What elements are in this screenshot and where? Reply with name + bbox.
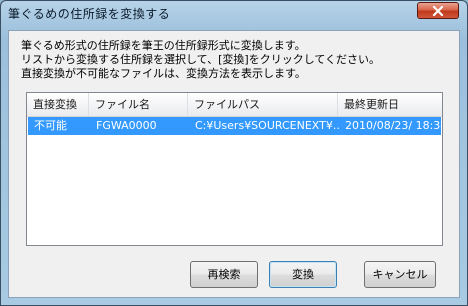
dialog-window: 筆ぐるめの住所録を変換する 筆ぐるめ形式の住所録を筆王の住所録形式に変換します。… <box>0 0 468 306</box>
convert-button[interactable]: 変換 <box>269 261 337 288</box>
list-header: 直接変換 ファイル名 ファイルパス 最終更新日 <box>27 93 442 117</box>
column-last-modified[interactable]: 最終更新日 <box>338 93 442 116</box>
title-bar[interactable]: 筆ぐるめの住所録を変換する <box>1 1 467 25</box>
close-button[interactable] <box>417 2 459 19</box>
cell-file-name: FGWA0000 <box>96 119 157 132</box>
cell-direct-convert: 不可能 <box>34 119 67 132</box>
address-book-list[interactable]: 直接変換 ファイル名 ファイルパス 最終更新日 不可能 FGWA0000 C:¥… <box>26 92 443 246</box>
close-icon <box>432 6 444 16</box>
list-row[interactable]: 不可能 FGWA0000 C:¥Users¥SOURCENEXT¥... 201… <box>28 117 441 135</box>
research-button[interactable]: 再検索 <box>190 261 258 288</box>
cancel-button[interactable]: キャンセル <box>364 261 436 288</box>
column-direct-convert[interactable]: 直接変換 <box>27 93 89 116</box>
column-file-path[interactable]: ファイルパス <box>188 93 338 116</box>
description-line-1: 筆ぐるめ形式の住所録を筆王の住所録形式に変換します。 <box>21 39 306 52</box>
window-title: 筆ぐるめの住所録を変換する <box>8 7 171 21</box>
dialog-content: 筆ぐるめ形式の住所録を筆王の住所録形式に変換します。 リストから変換する住所録を… <box>8 30 460 298</box>
description-line-2: リストから変換する住所録を選択して、[変換]をクリックしてください。 <box>21 53 381 66</box>
cell-last-modified: 2010/08/23/ 18:34 <box>345 119 441 132</box>
column-file-name[interactable]: ファイル名 <box>89 93 188 116</box>
cell-file-path: C:¥Users¥SOURCENEXT¥... <box>195 119 339 132</box>
description-text: 筆ぐるめ形式の住所録を筆王の住所録形式に変換します。 リストから変換する住所録を… <box>21 39 380 81</box>
description-line-3: 直接変換が不可能なファイルは、変換方法を表示します。 <box>21 67 306 80</box>
